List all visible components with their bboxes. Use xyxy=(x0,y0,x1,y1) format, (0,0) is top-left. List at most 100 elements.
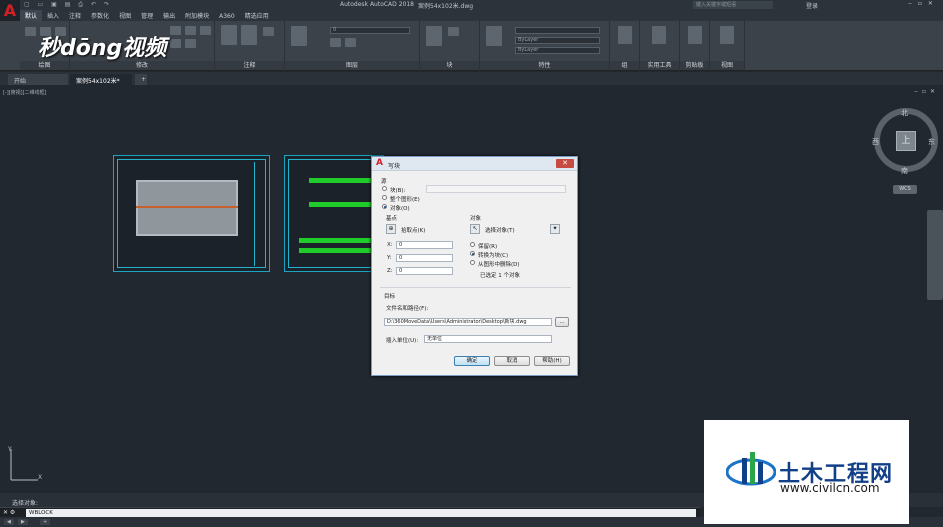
new-tab-button[interactable]: + xyxy=(135,74,147,85)
measure-icon[interactable] xyxy=(652,26,666,44)
search-input[interactable]: 键入关键字或短语 xyxy=(693,1,773,9)
layer-tool-icon[interactable] xyxy=(345,38,356,47)
color-combo[interactable] xyxy=(515,27,600,34)
browse-button[interactable]: ... xyxy=(555,317,569,327)
navigation-bar[interactable] xyxy=(927,210,943,300)
tab-manage[interactable]: 管理 xyxy=(136,10,158,21)
paste-icon[interactable] xyxy=(688,26,702,44)
compass-east[interactable]: 东 xyxy=(928,137,935,147)
z-input[interactable]: 0 xyxy=(396,267,453,275)
radio-retain[interactable] xyxy=(470,242,475,247)
radio-delete[interactable] xyxy=(470,260,475,265)
group-label[interactable]: 剪贴板 xyxy=(680,61,709,70)
radio-block-label[interactable]: 块(B): xyxy=(390,186,405,194)
group-label[interactable]: 特性 xyxy=(480,61,609,70)
insert-block-icon[interactable] xyxy=(426,26,442,46)
select-objects-icon[interactable]: ↖ xyxy=(470,224,480,234)
rotate-icon[interactable] xyxy=(185,26,196,35)
radio-retain-label[interactable]: 保留(R) xyxy=(478,242,497,250)
tab-output[interactable]: 输出 xyxy=(158,10,180,21)
trim-icon[interactable] xyxy=(200,26,211,35)
dimension-icon[interactable] xyxy=(241,25,257,45)
create-block-icon[interactable] xyxy=(448,27,459,36)
select-objects-label[interactable]: 选择对象(T) xyxy=(485,226,515,234)
group-icon[interactable] xyxy=(618,26,632,44)
tab-drawing[interactable]: 案例54x102米* xyxy=(70,74,132,85)
copy-icon[interactable] xyxy=(170,39,181,48)
command-input[interactable]: WBLOCK xyxy=(26,509,696,517)
compass-west[interactable]: 西 xyxy=(872,137,879,147)
civilcn-logo-icon xyxy=(726,452,776,486)
wcs-menu[interactable]: WCS xyxy=(893,185,917,194)
layout-tab[interactable]: ▶ xyxy=(18,519,28,525)
elevation-strip xyxy=(309,178,375,183)
pick-point-label[interactable]: 拾取点(K) xyxy=(401,226,425,234)
match-properties-icon[interactable] xyxy=(486,26,502,46)
tab-insert[interactable]: 插入 xyxy=(42,10,64,21)
basepoint-heading: 基点 xyxy=(386,216,398,222)
group-label[interactable]: 组 xyxy=(610,61,639,70)
line-icon[interactable] xyxy=(25,27,36,36)
group-label[interactable]: 图层 xyxy=(285,61,419,70)
text-icon[interactable] xyxy=(221,25,237,45)
radio-delete-label[interactable]: 从图形中删除(D) xyxy=(478,260,520,268)
tab-default[interactable]: 默认 xyxy=(20,10,43,21)
window-controls[interactable]: ‒▫✕ xyxy=(908,0,939,7)
pick-point-icon[interactable]: ⊕ xyxy=(386,224,396,234)
leader-icon[interactable] xyxy=(263,27,274,36)
compass-south[interactable]: 南 xyxy=(901,166,908,176)
move-icon[interactable] xyxy=(170,26,181,35)
radio-convert-to-block-label[interactable]: 转换为块(C) xyxy=(478,251,508,259)
drawing-sheet[interactable] xyxy=(284,155,384,272)
command-icon[interactable]: ✕ ⚙ xyxy=(3,509,15,516)
tab-parametric[interactable]: 参数化 xyxy=(86,10,114,21)
lineweight-combo[interactable]: ByLayer xyxy=(515,47,600,54)
drawing-sheet[interactable] xyxy=(113,155,270,272)
group-label[interactable]: 注释 xyxy=(215,61,284,70)
x-input[interactable]: 0 xyxy=(396,241,453,249)
radio-block[interactable] xyxy=(382,186,387,191)
tab-featured-apps[interactable]: 精选应用 xyxy=(240,10,274,21)
layer-combo[interactable]: 0 xyxy=(330,27,410,34)
tab-annotate[interactable]: 注释 xyxy=(64,10,86,21)
tab-a360[interactable]: A360 xyxy=(214,12,240,21)
ok-button[interactable]: 确定 xyxy=(454,356,490,366)
linetype-combo[interactable]: ByLayer xyxy=(515,37,600,44)
group-label[interactable]: 修改 xyxy=(70,61,214,70)
quick-access-toolbar[interactable]: ▢ ▭ ▣ ▤ ⎙ ↶ ↷ xyxy=(24,1,112,9)
group-label[interactable]: 实用工具 xyxy=(640,61,679,70)
radio-objects[interactable] xyxy=(382,204,387,209)
cancel-button[interactable]: 取消 xyxy=(494,356,530,366)
tab-view[interactable]: 视图 xyxy=(114,10,136,21)
view-icon[interactable] xyxy=(720,26,734,44)
group-label[interactable]: 视图 xyxy=(710,61,744,70)
viewport-label[interactable]: [-][俯视][二维线框] xyxy=(3,89,47,96)
autocad-logo-icon[interactable]: A xyxy=(0,0,20,22)
viewport-window-controls[interactable]: ‒▫✕ xyxy=(914,88,939,95)
filename-input[interactable]: D:\360MoveData\Users\Administrator\Deskt… xyxy=(384,318,552,326)
tab-start[interactable]: 开始 xyxy=(8,74,68,85)
quick-select-icon[interactable]: ✦ xyxy=(550,224,560,234)
close-button[interactable]: ✕ xyxy=(556,159,574,168)
layer-properties-icon[interactable] xyxy=(291,26,307,46)
layout-tab[interactable]: ◀ xyxy=(4,519,14,525)
tab-addins[interactable]: 附加模块 xyxy=(180,10,214,21)
units-select[interactable]: 无单位 xyxy=(424,335,552,343)
y-input[interactable]: 0 xyxy=(396,254,453,262)
radio-objects-label[interactable]: 对象(O) xyxy=(390,204,410,212)
group-label[interactable]: 块 xyxy=(420,61,479,70)
help-button[interactable]: 帮助(H) xyxy=(534,356,570,366)
login-button[interactable]: 登录 xyxy=(806,1,818,10)
group-label[interactable]: 绘图 xyxy=(20,61,69,70)
add-layout-tab[interactable]: + xyxy=(40,519,51,525)
x-label: X: xyxy=(387,242,393,248)
radio-convert-to-block[interactable] xyxy=(470,251,475,256)
svg-text:Y: Y xyxy=(8,446,12,453)
radio-entire-drawing-label[interactable]: 整个图形(E) xyxy=(390,195,420,203)
mirror-icon[interactable] xyxy=(185,39,196,48)
radio-entire-drawing[interactable] xyxy=(382,195,387,200)
layer-tool-icon[interactable] xyxy=(330,38,341,47)
viewcube-face[interactable]: 上 xyxy=(896,131,916,151)
compass-north[interactable]: 北 xyxy=(901,108,908,118)
selection-count: 已选定 1 个对象 xyxy=(480,273,520,279)
